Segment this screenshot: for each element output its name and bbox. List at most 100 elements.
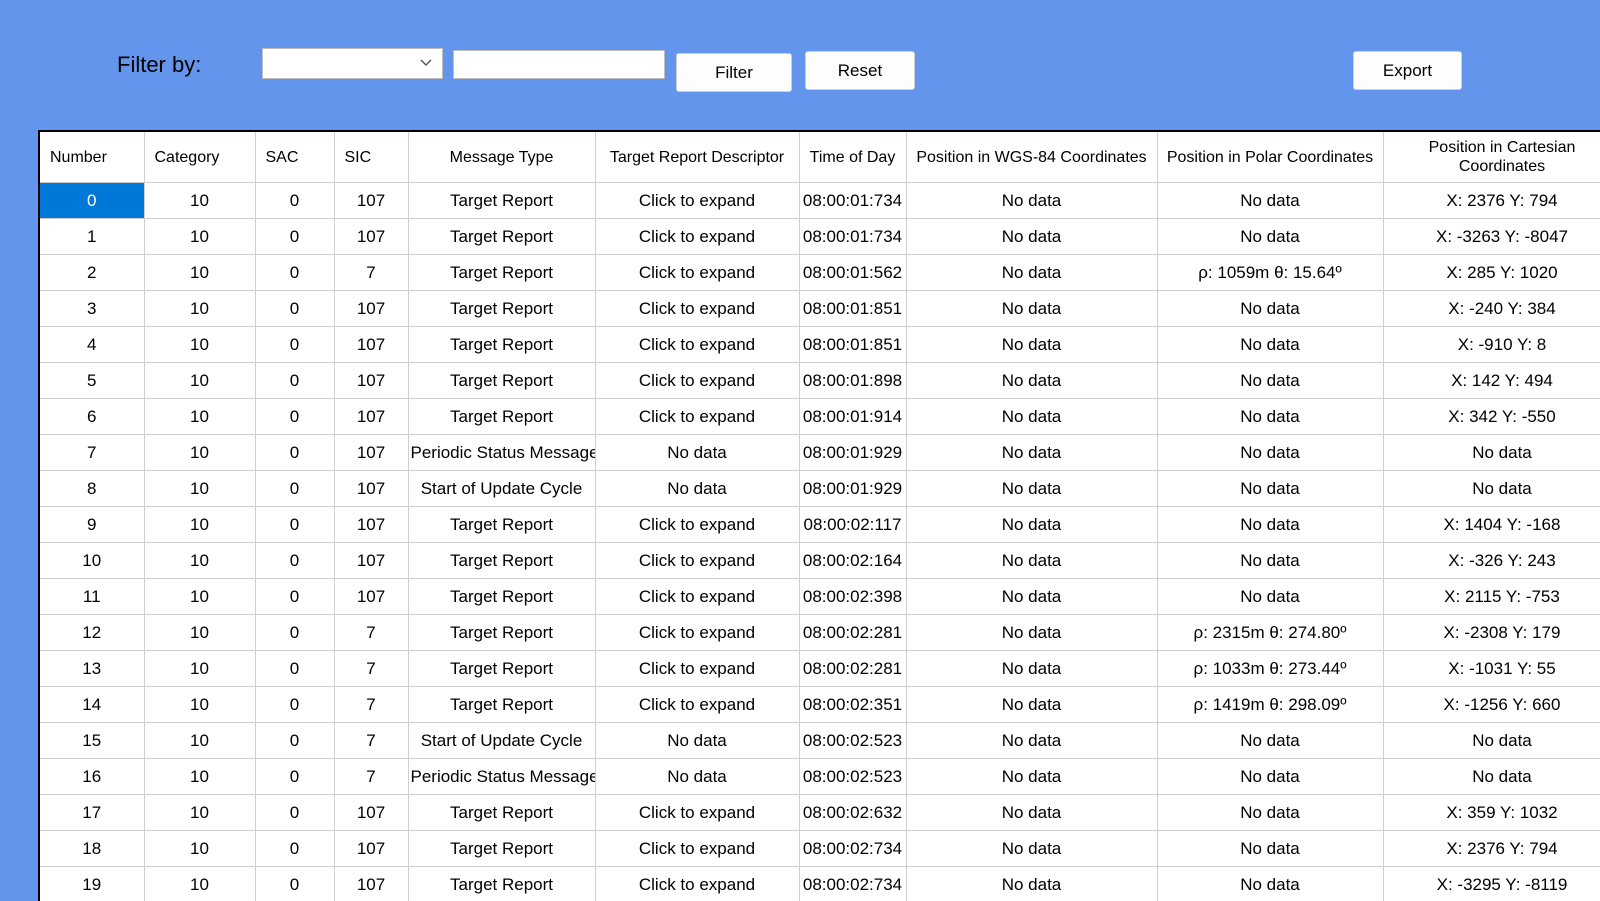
cell-target-report-descriptor[interactable]: Click to expand	[595, 614, 800, 651]
column-header-category[interactable]: Category	[144, 132, 256, 183]
table-row[interactable]: 5 10 0 107 Target Report Click to expand 08:00…	[40, 362, 1600, 399]
table-row[interactable]: 18 10 0 107 Target Report Click to expand 08:0…	[40, 830, 1600, 867]
cell-message-type: Target Report	[408, 182, 596, 219]
cell-target-report-descriptor[interactable]: Click to expand	[595, 326, 800, 363]
column-header-polar-position[interactable]: Position in Polar Coordinates	[1157, 132, 1384, 183]
table-row[interactable]: 0 10 0 107 Target Report Click to expand 08:00…	[40, 182, 1600, 219]
cell-target-report-descriptor[interactable]: Click to expand	[595, 794, 800, 831]
filter-field-dropdown[interactable]	[262, 48, 443, 79]
export-button[interactable]: Export	[1353, 51, 1462, 90]
cell-time-of-day: 08:00:02:281	[799, 614, 907, 651]
cell-sic: 7	[334, 686, 409, 723]
cell-target-report-descriptor[interactable]: Click to expand	[595, 650, 800, 687]
table-row[interactable]: 17 10 0 107 Target Report Click to expand 08:0…	[40, 794, 1600, 831]
cell-sac: 0	[255, 362, 335, 399]
cell-sac: 0	[255, 506, 335, 543]
filter-button[interactable]: Filter	[676, 53, 792, 92]
table-row[interactable]: 13 10 0 7 Target Report Click to expand 08:00:…	[40, 650, 1600, 687]
table-row[interactable]: 6 10 0 107 Target Report Click to expand 08:00…	[40, 398, 1600, 435]
cell-time-of-day: 08:00:02:734	[799, 830, 907, 867]
table-row[interactable]: 14 10 0 7 Target Report Click to expand 08:00:…	[40, 686, 1600, 723]
cell-target-report-descriptor[interactable]: Click to expand	[595, 290, 800, 327]
column-header-target-report-descriptor[interactable]: Target Report Descriptor	[595, 132, 800, 183]
table-row[interactable]: 9 10 0 107 Target Report Click to expand 08:00…	[40, 506, 1600, 543]
cell-target-report-descriptor[interactable]: Click to expand	[595, 182, 800, 219]
cell-sic: 7	[334, 722, 409, 759]
cell-sac: 0	[255, 218, 335, 255]
cell-target-report-descriptor[interactable]: Click to expand	[595, 866, 800, 901]
cell-category: 10	[144, 362, 256, 399]
cell-target-report-descriptor[interactable]: Click to expand	[595, 830, 800, 867]
cell-target-report-descriptor[interactable]: Click to expand	[595, 254, 800, 291]
column-header-message-type[interactable]: Message Type	[408, 132, 596, 183]
table-row[interactable]: 19 10 0 107 Target Report Click to expand 08:0…	[40, 866, 1600, 901]
reset-button[interactable]: Reset	[805, 51, 915, 90]
cell-cartesian-position: X: -326 Y: 243	[1383, 542, 1600, 579]
cell-polar-position: ρ: 1059m θ: 15.64º	[1157, 254, 1384, 291]
cell-cartesian-position: X: 2115 Y: -753	[1383, 578, 1600, 615]
cell-message-type: Target Report	[408, 830, 596, 867]
cell-cartesian-position: No data	[1383, 722, 1600, 759]
cell-polar-position: No data	[1157, 542, 1384, 579]
column-header-time-of-day[interactable]: Time of Day	[799, 132, 907, 183]
cell-message-type: Target Report	[408, 398, 596, 435]
cell-sic: 107	[334, 470, 409, 507]
cell-polar-position: ρ: 1033m θ: 273.44º	[1157, 650, 1384, 687]
cell-target-report-descriptor[interactable]: Click to expand	[595, 218, 800, 255]
table-row[interactable]: 10 10 0 107 Target Report Click to expand 08:0…	[40, 542, 1600, 579]
column-header-number[interactable]: Number	[40, 132, 145, 183]
cell-message-type: Target Report	[408, 254, 596, 291]
cell-sic: 7	[334, 758, 409, 795]
cell-sic: 107	[334, 578, 409, 615]
cell-sic: 107	[334, 326, 409, 363]
cell-time-of-day: 08:00:02:523	[799, 758, 907, 795]
data-grid[interactable]: Number Category SAC SIC Message Type Tar…	[38, 130, 1600, 901]
table-row[interactable]: 7 10 0 107 Periodic Status Message No data 08:…	[40, 434, 1600, 471]
cell-polar-position: No data	[1157, 290, 1384, 327]
cell-wgs84-position: No data	[906, 398, 1158, 435]
cell-message-type: Target Report	[408, 218, 596, 255]
table-row[interactable]: 15 10 0 7 Start of Update Cycle No data 08:00:…	[40, 722, 1600, 759]
table-row[interactable]: 3 10 0 107 Target Report Click to expand 08:00…	[40, 290, 1600, 327]
table-row[interactable]: 11 10 0 107 Target Report Click to expand 08:0…	[40, 578, 1600, 615]
cell-number: 14	[40, 686, 145, 723]
cell-cartesian-position: X: 359 Y: 1032	[1383, 794, 1600, 831]
cell-wgs84-position: No data	[906, 758, 1158, 795]
cell-target-report-descriptor[interactable]: Click to expand	[595, 542, 800, 579]
cell-time-of-day: 08:00:02:523	[799, 722, 907, 759]
cell-target-report-descriptor[interactable]: Click to expand	[595, 398, 800, 435]
column-header-sac[interactable]: SAC	[255, 132, 335, 183]
table-row[interactable]: 2 10 0 7 Target Report Click to expand 08:00:0…	[40, 254, 1600, 291]
filter-value-input[interactable]	[453, 50, 665, 79]
cell-target-report-descriptor[interactable]: Click to expand	[595, 686, 800, 723]
chevron-down-icon[interactable]	[418, 55, 434, 71]
cell-wgs84-position: No data	[906, 614, 1158, 651]
cell-polar-position: ρ: 1419m θ: 298.09º	[1157, 686, 1384, 723]
cell-wgs84-position: No data	[906, 794, 1158, 831]
column-header-wgs84-position[interactable]: Position in WGS-84 Coordinates	[906, 132, 1158, 183]
cell-sic: 107	[334, 182, 409, 219]
cell-number: 0	[40, 182, 145, 219]
table-row[interactable]: 4 10 0 107 Target Report Click to expand 08:00…	[40, 326, 1600, 363]
table-row[interactable]: 8 10 0 107 Start of Update Cycle No data 08:00…	[40, 470, 1600, 507]
cell-wgs84-position: No data	[906, 506, 1158, 543]
cell-polar-position: No data	[1157, 794, 1384, 831]
column-header-cartesian-position[interactable]: Position in Cartesian Coordinates	[1383, 132, 1600, 183]
cell-cartesian-position: X: -3295 Y: -8119	[1383, 866, 1600, 901]
table-row[interactable]: 12 10 0 7 Target Report Click to expand 08:00:…	[40, 614, 1600, 651]
cell-target-report-descriptor[interactable]: Click to expand	[595, 362, 800, 399]
table-row[interactable]: 1 10 0 107 Target Report Click to expand 08:00…	[40, 218, 1600, 255]
table-body: 0 10 0 107 Target Report Click to expand 08:00…	[40, 182, 1600, 901]
cell-wgs84-position: No data	[906, 290, 1158, 327]
cell-sac: 0	[255, 686, 335, 723]
cell-sac: 0	[255, 614, 335, 651]
column-header-sic[interactable]: SIC	[334, 132, 409, 183]
table-row[interactable]: 16 10 0 7 Periodic Status Message No data 08:0…	[40, 758, 1600, 795]
cell-target-report-descriptor[interactable]: Click to expand	[595, 506, 800, 543]
cell-message-type: Target Report	[408, 650, 596, 687]
cell-target-report-descriptor[interactable]: Click to expand	[595, 578, 800, 615]
cell-polar-position: No data	[1157, 218, 1384, 255]
cell-cartesian-position: X: -240 Y: 384	[1383, 290, 1600, 327]
cell-cartesian-position: No data	[1383, 470, 1600, 507]
cell-cartesian-position: X: -1031 Y: 55	[1383, 650, 1600, 687]
